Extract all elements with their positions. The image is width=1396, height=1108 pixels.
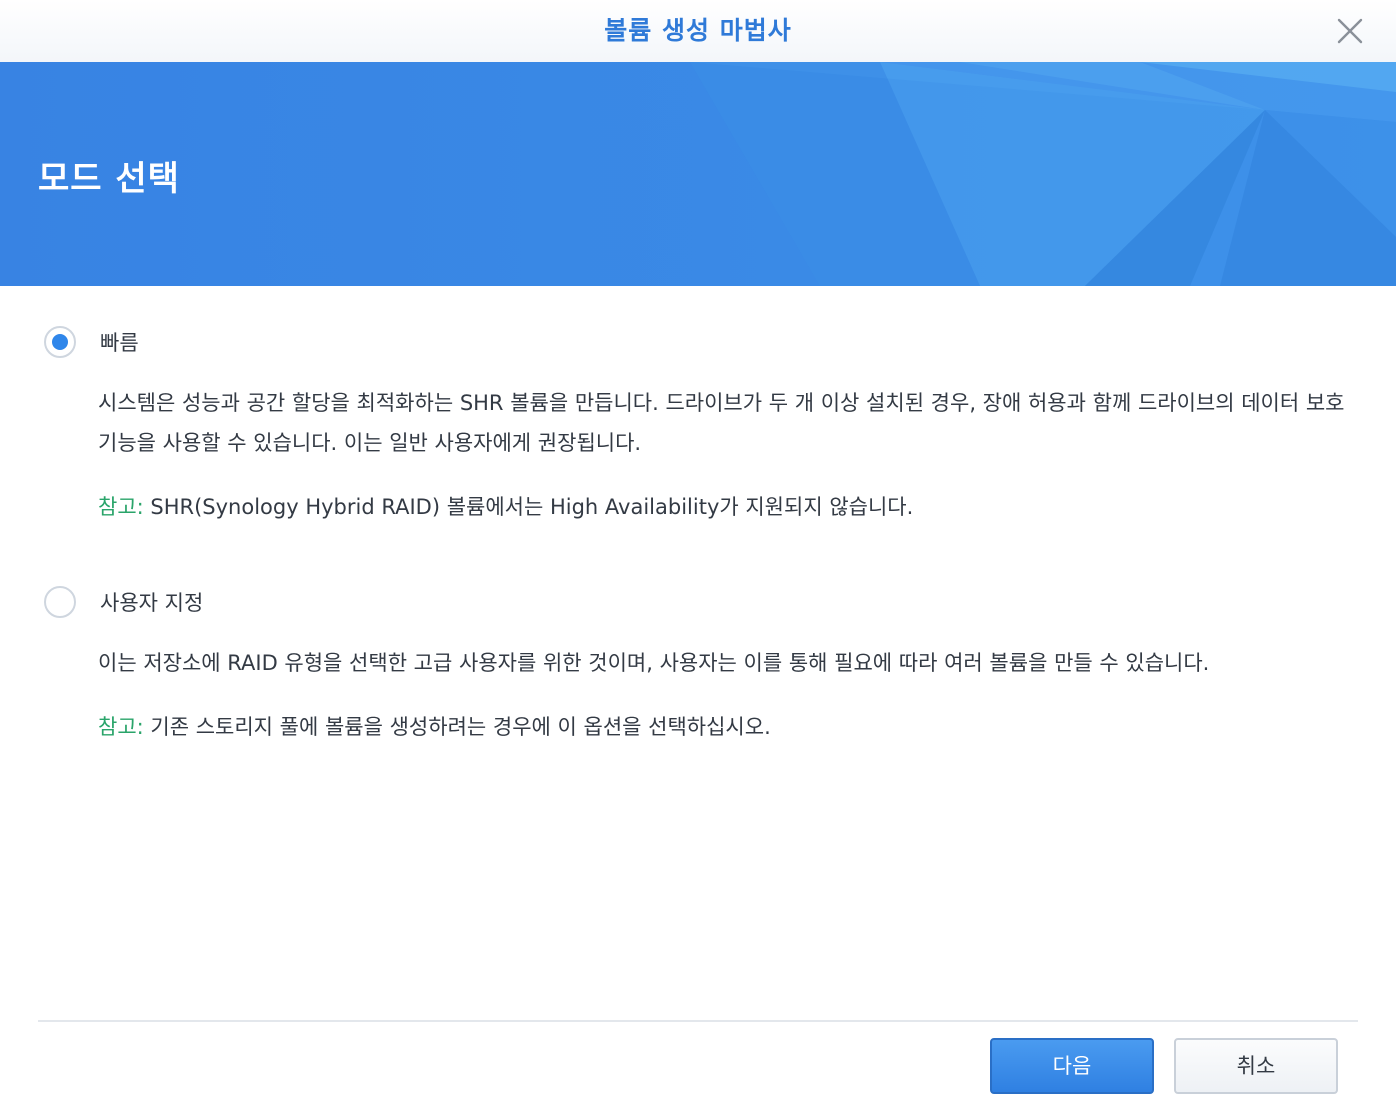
window-title: 볼륨 생성 마법사 <box>604 16 792 45</box>
banner-background <box>0 62 1396 286</box>
volume-wizard-window: 볼륨 생성 마법사 모드 선택 빠름 시스템은 성능과 공간 할당을 최적화하는… <box>0 0 1396 1108</box>
cancel-button[interactable]: 취소 <box>1174 1038 1338 1094</box>
option-label-custom[interactable]: 사용자 지정 <box>100 587 203 617</box>
note-text: 기존 스토리지 풀에 볼륨을 생성하려는 경우에 이 옵션을 선택하십시오. <box>143 715 771 739</box>
title-bar: 볼륨 생성 마법사 <box>0 0 1396 62</box>
option-description-quick: 시스템은 성능과 공간 할당을 최적화하는 SHR 볼륨을 만듭니다. 드라이브… <box>98 391 1345 455</box>
close-icon <box>1337 18 1363 44</box>
note-text: SHR(Synology Hybrid RAID) 볼륨에서는 High Ava… <box>143 495 914 519</box>
footer-divider <box>38 1020 1358 1022</box>
page-heading: 모드 선택 <box>38 159 180 199</box>
next-button[interactable]: 다음 <box>990 1038 1154 1094</box>
option-label-quick[interactable]: 빠름 <box>100 327 139 357</box>
note-label: 참고: <box>98 715 144 739</box>
option-note-quick: 참고: SHR(Synology Hybrid RAID) 볼륨에서는 High… <box>98 492 1348 522</box>
option-description-custom: 이는 저장소에 RAID 유형을 선택한 고급 사용자를 위한 것이며, 사용자… <box>98 651 1210 675</box>
note-label: 참고: <box>98 495 144 519</box>
option-note-custom: 참고: 기존 스토리지 풀에 볼륨을 생성하려는 경우에 이 옵션을 선택하십시… <box>98 712 1348 742</box>
radio-custom[interactable] <box>44 586 76 618</box>
radio-quick[interactable] <box>44 326 76 358</box>
header-banner: 모드 선택 <box>0 62 1396 286</box>
close-button[interactable] <box>1334 15 1366 47</box>
